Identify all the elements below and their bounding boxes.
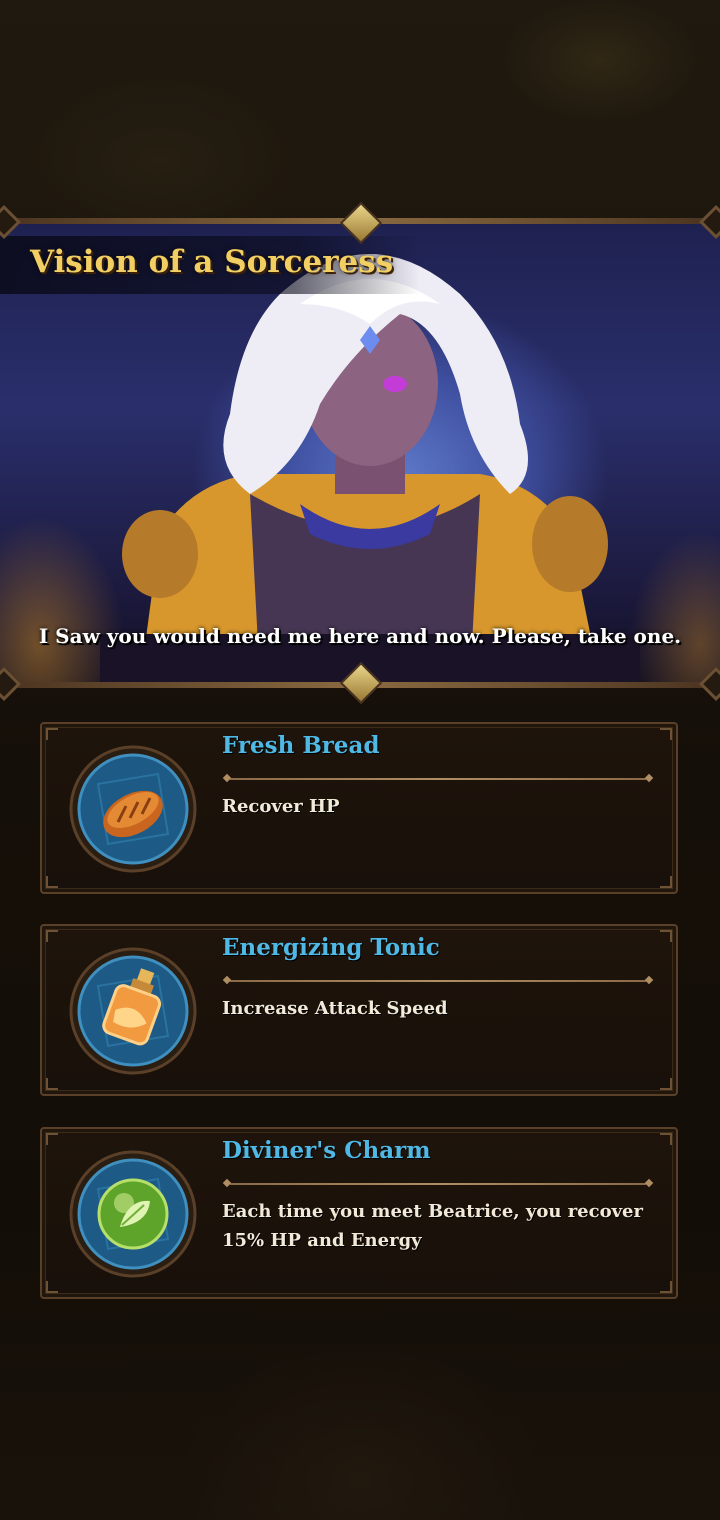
reward-card-fresh-bread[interactable]: Fresh Bread Recover HP <box>40 722 678 894</box>
card-corner <box>660 728 672 740</box>
reward-description: Recover HP <box>222 796 340 817</box>
reward-name: Energizing Tonic <box>222 934 440 961</box>
card-corner <box>46 728 58 740</box>
card-corner <box>660 1078 672 1090</box>
card-corner <box>46 930 58 942</box>
dialogue-text: I Saw you would need me here and now. Pl… <box>38 624 682 648</box>
event-title: Vision of a Sorceress <box>30 244 394 280</box>
leaf-orb-icon <box>69 1150 197 1278</box>
divider <box>222 1178 652 1188</box>
card-corner <box>660 876 672 888</box>
divider <box>222 975 652 985</box>
card-corner <box>660 1281 672 1293</box>
card-corner <box>46 876 58 888</box>
bread-icon <box>69 745 197 873</box>
card-corner <box>46 1281 58 1293</box>
reward-description: Increase Attack Speed <box>222 998 448 1019</box>
sorceress-illustration: Vision of a Sorceress I Saw you would ne… <box>0 224 720 682</box>
event-banner: Vision of a Sorceress I Saw you would ne… <box>0 201 720 705</box>
reward-name: Fresh Bread <box>222 732 380 759</box>
reward-description: Each time you meet Beatrice, you recover… <box>222 1201 643 1251</box>
reward-card-diviners-charm[interactable]: Diviner's Charm Each time you meet Beatr… <box>40 1127 678 1299</box>
sorceress-portrait <box>100 254 640 682</box>
card-corner <box>46 1133 58 1145</box>
reward-card-energizing-tonic[interactable]: Energizing Tonic Increase Attack Speed <box>40 924 678 1096</box>
reward-name: Diviner's Charm <box>222 1137 431 1164</box>
divider <box>222 773 652 783</box>
card-corner <box>660 930 672 942</box>
card-corner <box>46 1078 58 1090</box>
card-corner <box>660 1133 672 1145</box>
potion-icon <box>69 947 197 1075</box>
